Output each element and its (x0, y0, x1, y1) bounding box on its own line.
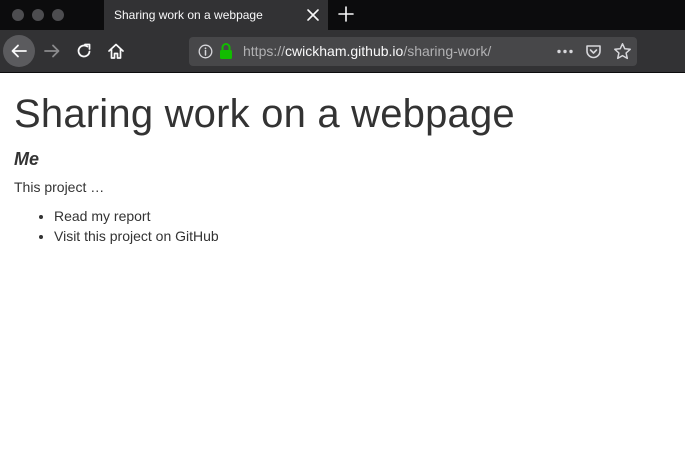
home-icon (108, 43, 124, 59)
navigation-toolbar: https://cwickham.github.io/sharing-work/ (0, 30, 685, 73)
tab-strip: Sharing work on a webpage (0, 0, 685, 30)
pocket-icon[interactable] (585, 43, 602, 60)
home-button[interactable] (100, 35, 132, 67)
page-title: Sharing work on a webpage (14, 92, 515, 136)
author-subtitle: Me (14, 149, 40, 169)
page-content: Sharing work on a webpage Me This projec… (14, 72, 674, 246)
arrow-left-icon (11, 44, 27, 58)
link-list: Read my report Visit this project on Git… (14, 206, 674, 246)
url-scheme: https:// (243, 43, 286, 59)
window-zoom-button[interactable] (52, 9, 64, 21)
tab-title: Sharing work on a webpage (114, 8, 263, 22)
back-button[interactable] (3, 35, 35, 67)
url-host: cwickham.github.io (285, 43, 404, 59)
lock-icon[interactable] (219, 42, 233, 60)
arrow-right-icon (44, 44, 60, 58)
list-item: Visit this project on GitHub (54, 226, 674, 246)
reload-icon (77, 43, 91, 58)
star-icon[interactable] (613, 42, 632, 61)
reload-button[interactable] (68, 35, 100, 67)
window-close-button[interactable] (12, 9, 24, 21)
window-minimize-button[interactable] (32, 9, 44, 21)
url-text[interactable]: https://cwickham.github.io/sharing-work/ (243, 43, 491, 59)
tab-active[interactable]: Sharing work on a webpage (104, 0, 328, 30)
url-path: /sharing-work/ (403, 43, 492, 59)
plus-icon[interactable] (336, 4, 356, 24)
read-report-link[interactable]: Read my report (54, 208, 150, 224)
forward-button[interactable] (36, 35, 68, 67)
url-bar[interactable]: https://cwickham.github.io/sharing-work/ (189, 37, 637, 66)
close-icon[interactable] (304, 6, 322, 24)
list-item: Read my report (54, 206, 674, 226)
more-horizontal-icon[interactable] (555, 44, 575, 59)
github-project-link[interactable]: Visit this project on GitHub (54, 228, 219, 244)
info-icon[interactable] (198, 44, 213, 59)
intro-text: This project … (14, 179, 105, 195)
